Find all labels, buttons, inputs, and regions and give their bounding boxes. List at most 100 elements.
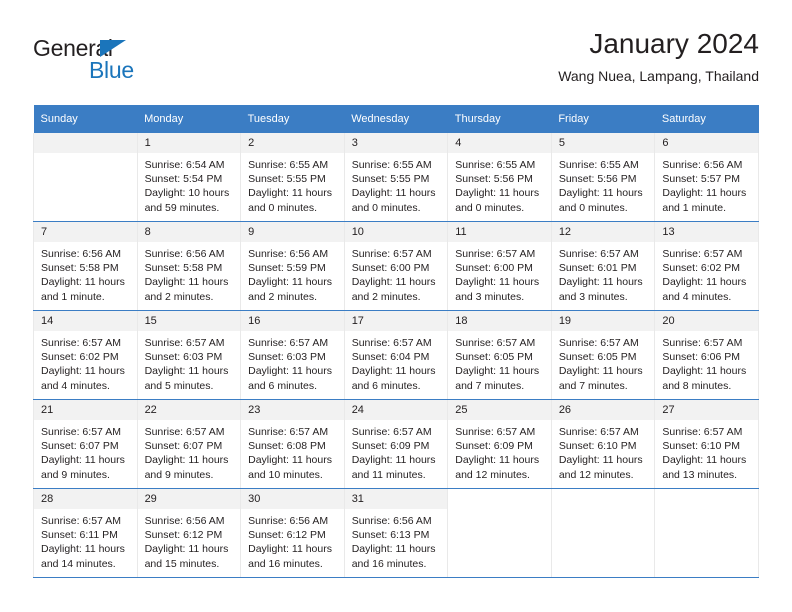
- day-number: 31: [344, 489, 448, 509]
- daylight-text: Daylight: 10 hours: [144, 187, 230, 200]
- calendar-day-cell[interactable]: 26 Sunrise: 6:57 AM Sunset: 6:10 PM Dayligh…: [550, 399, 656, 489]
- day-details: Sunrise: 6:57 AM Sunset: 6:08 PM Daylight:…: [241, 420, 344, 482]
- logo-text-blue: Blue: [89, 57, 134, 83]
- calendar-day-cell[interactable]: 9 Sunrise: 6:56 AM Sunset: 5:59 PM Daylight…: [240, 221, 345, 311]
- calendar-day-cell[interactable]: 4 Sunrise: 6:55 AM Sunset: 5:56 PM Daylight…: [447, 133, 552, 222]
- day-number: 10: [344, 222, 448, 242]
- calendar-day-cell[interactable]: 30 Sunrise: 6:56 AM Sunset: 6:12 PM Dayligh…: [240, 488, 345, 578]
- calendar-day-cell[interactable]: 7 Sunrise: 6:56 AM Sunset: 5:58 PM Daylight…: [33, 221, 138, 311]
- day-details: Sunrise: 6:57 AM Sunset: 6:02 PM Daylight:…: [34, 331, 137, 393]
- sunrise-text: Sunrise: 6:57 AM: [351, 337, 432, 349]
- day-number: 22: [137, 400, 241, 420]
- calendar-day-cell[interactable]: 6 Sunrise: 6:56 AM Sunset: 5:57 PM Daylight…: [654, 133, 759, 222]
- daylight-text: Daylight: 11 hours: [248, 276, 332, 289]
- daylight-text: Daylight: 11 hours: [351, 454, 436, 467]
- calendar-day-cell[interactable]: 18 Sunrise: 6:57 AM Sunset: 6:05 PM Dayligh…: [447, 310, 552, 400]
- calendar-day-cell[interactable]: 23 Sunrise: 6:57 AM Sunset: 6:08 PM Dayligh…: [240, 399, 345, 489]
- calendar-week-row: 7 Sunrise: 6:56 AM Sunset: 5:58 PM Daylight…: [33, 221, 759, 311]
- sunrise-text: Sunrise: 6:57 AM: [662, 248, 743, 260]
- calendar-day-cell[interactable]: 14 Sunrise: 6:57 AM Sunset: 6:02 PM Dayligh…: [33, 310, 138, 400]
- day-number: 12: [551, 222, 655, 242]
- calendar-day-cell[interactable]: 22 Sunrise: 6:57 AM Sunset: 6:07 PM Dayligh…: [136, 399, 242, 489]
- calendar-day-cell[interactable]: 19 Sunrise: 6:57 AM Sunset: 6:05 PM Dayligh…: [550, 310, 656, 400]
- sunset-text: Sunset: 6:09 PM: [455, 440, 533, 453]
- sunrise-text: Sunrise: 6:57 AM: [248, 337, 329, 349]
- day-details: Sunrise: 6:57 AM Sunset: 6:07 PM Daylight:…: [138, 420, 241, 482]
- day-details: Sunrise: 6:57 AM Sunset: 6:06 PM Daylight:…: [655, 331, 758, 393]
- daylight-text: Daylight: 11 hours: [662, 365, 747, 378]
- daylight-text: and 3 minutes.: [558, 290, 628, 303]
- sunset-text: Sunset: 5:59 PM: [248, 262, 326, 275]
- day-details: Sunrise: 6:54 AM Sunset: 5:54 PM Daylight:…: [138, 153, 241, 215]
- calendar-day-cell[interactable]: 11 Sunrise: 6:57 AM Sunset: 6:00 PM Dayligh…: [447, 221, 552, 311]
- calendar-day-cell[interactable]: 27 Sunrise: 6:57 AM Sunset: 6:10 PM Dayligh…: [654, 399, 759, 489]
- daylight-text: and 7 minutes.: [558, 379, 628, 392]
- calendar-day-cell[interactable]: 8 Sunrise: 6:56 AM Sunset: 5:58 PM Daylight…: [136, 221, 242, 311]
- calendar-day-cell[interactable]: 31 Sunrise: 6:56 AM Sunset: 6:13 PM Dayligh…: [343, 488, 449, 578]
- calendar-day-cell[interactable]: 13 Sunrise: 6:57 AM Sunset: 6:02 PM Dayligh…: [654, 221, 759, 311]
- day-number: 2: [241, 133, 344, 153]
- calendar-empty-cell: [447, 488, 552, 578]
- sunset-text: Sunset: 6:07 PM: [144, 440, 223, 453]
- page-title: January 2024: [589, 28, 759, 59]
- calendar-day-cell[interactable]: 15 Sunrise: 6:57 AM Sunset: 6:03 PM Dayligh…: [136, 310, 242, 400]
- calendar-week-row: 21 Sunrise: 6:57 AM Sunset: 6:07 PM Dayligh…: [33, 399, 759, 489]
- daylight-text: and 7 minutes.: [455, 379, 525, 392]
- sunrise-text: Sunrise: 6:56 AM: [41, 248, 121, 260]
- day-number: 23: [241, 400, 344, 420]
- title-block: January 2024 Wang Nuea, Lampang, Thailan…: [558, 27, 759, 85]
- daylight-text: and 1 minute.: [41, 290, 105, 303]
- day-number: 26: [551, 400, 655, 420]
- calendar-day-cell[interactable]: 3 Sunrise: 6:55 AM Sunset: 5:55 PM Daylight…: [343, 133, 449, 222]
- day-number: 11: [448, 222, 551, 242]
- sunrise-text: Sunrise: 6:57 AM: [144, 426, 225, 438]
- page-header: General Blue January 2024 Wang Nuea, Lam…: [33, 27, 759, 99]
- sunrise-text: Sunrise: 6:57 AM: [558, 248, 639, 260]
- sunset-text: Sunset: 6:11 PM: [41, 529, 118, 542]
- daylight-text: and 13 minutes.: [662, 468, 738, 481]
- calendar-day-cell[interactable]: 24 Sunrise: 6:57 AM Sunset: 6:09 PM Dayligh…: [343, 399, 449, 489]
- day-number: 4: [448, 133, 551, 153]
- sunset-text: Sunset: 6:06 PM: [662, 351, 741, 364]
- daylight-text: and 5 minutes.: [144, 379, 214, 392]
- sunset-text: Sunset: 6:05 PM: [558, 351, 637, 364]
- sunrise-sunset-calendar: Sunday Monday Tuesday Wednesday Thursday Frid…: [33, 105, 759, 578]
- daylight-text: Daylight: 11 hours: [144, 543, 229, 556]
- calendar-day-cell[interactable]: 10 Sunrise: 6:57 AM Sunset: 6:00 PM Dayligh…: [343, 221, 449, 311]
- daylight-text: and 0 minutes.: [558, 201, 628, 214]
- calendar-day-cell[interactable]: 5 Sunrise: 6:55 AM Sunset: 5:56 PM Daylight…: [550, 133, 656, 222]
- sunrise-text: Sunrise: 6:57 AM: [41, 515, 121, 527]
- calendar-day-cell[interactable]: 1 Sunrise: 6:54 AM Sunset: 5:54 PM Daylight…: [136, 133, 242, 222]
- sunset-text: Sunset: 5:58 PM: [41, 262, 119, 275]
- sunset-text: Sunset: 6:10 PM: [662, 440, 741, 453]
- sunrise-text: Sunrise: 6:55 AM: [248, 159, 329, 171]
- calendar-day-cell[interactable]: 2 Sunrise: 6:55 AM Sunset: 5:55 PM Daylight…: [240, 133, 345, 222]
- calendar-body: 1 Sunrise: 6:54 AM Sunset: 5:54 PM Daylight…: [33, 133, 759, 578]
- sunrise-text: Sunrise: 6:56 AM: [351, 515, 432, 527]
- calendar-day-cell[interactable]: 29 Sunrise: 6:56 AM Sunset: 6:12 PM Dayligh…: [136, 488, 242, 578]
- calendar-day-cell[interactable]: 25 Sunrise: 6:57 AM Sunset: 6:09 PM Dayligh…: [447, 399, 552, 489]
- sunrise-text: Sunrise: 6:56 AM: [662, 159, 743, 171]
- calendar-day-cell[interactable]: 21 Sunrise: 6:57 AM Sunset: 6:07 PM Dayligh…: [33, 399, 138, 489]
- day-details: Sunrise: 6:57 AM Sunset: 6:10 PM Daylight:…: [552, 420, 655, 482]
- calendar-page: General Blue January 2024 Wang Nuea, Lam…: [0, 0, 792, 612]
- calendar-day-cell[interactable]: 17 Sunrise: 6:57 AM Sunset: 6:04 PM Dayligh…: [343, 310, 449, 400]
- day-number: 17: [344, 311, 448, 331]
- daylight-text: and 11 minutes.: [351, 468, 426, 481]
- calendar-day-cell[interactable]: 20 Sunrise: 6:57 AM Sunset: 6:06 PM Dayligh…: [654, 310, 759, 400]
- sunset-text: Sunset: 5:57 PM: [662, 173, 741, 186]
- sunset-text: Sunset: 6:04 PM: [351, 351, 430, 364]
- weekday-header-monday: Monday: [137, 105, 241, 133]
- day-details: Sunrise: 6:57 AM Sunset: 6:04 PM Daylight:…: [345, 331, 448, 393]
- day-number: 28: [34, 489, 137, 509]
- sunset-text: Sunset: 5:55 PM: [248, 173, 326, 186]
- day-number: 5: [551, 133, 655, 153]
- daylight-text: Daylight: 11 hours: [455, 454, 540, 467]
- sunset-text: Sunset: 6:12 PM: [144, 529, 223, 542]
- weekday-header-row: Sunday Monday Tuesday Wednesday Thursday Frid…: [33, 105, 759, 133]
- calendar-day-cell[interactable]: 16 Sunrise: 6:57 AM Sunset: 6:03 PM Dayligh…: [240, 310, 345, 400]
- calendar-day-cell[interactable]: 12 Sunrise: 6:57 AM Sunset: 6:01 PM Dayligh…: [550, 221, 656, 311]
- sunset-text: Sunset: 6:00 PM: [455, 262, 533, 275]
- calendar-day-cell[interactable]: 28 Sunrise: 6:57 AM Sunset: 6:11 PM Dayligh…: [33, 488, 138, 578]
- daylight-text: Daylight: 11 hours: [558, 365, 643, 378]
